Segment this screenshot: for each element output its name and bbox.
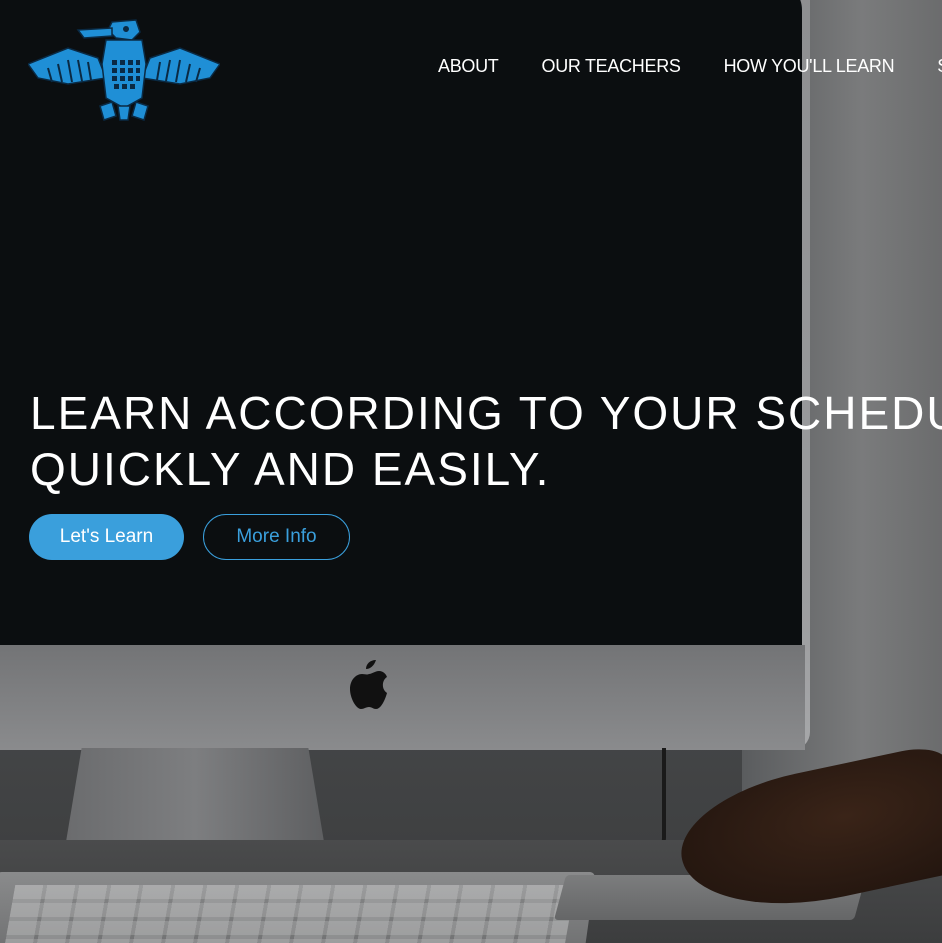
hero-buttons: Let's Learn More Info	[29, 514, 350, 560]
site-header: ABOUT OUR TEACHERS HOW YOU'LL LEARN S	[0, 0, 942, 135]
keyboard-keys	[4, 885, 576, 943]
apple-logo-icon	[350, 660, 387, 709]
headline-line-2: QUICKLY AND EASILY.	[30, 443, 551, 495]
nav-about[interactable]: ABOUT	[438, 56, 499, 77]
nav-our-teachers[interactable]: OUR TEACHERS	[542, 56, 681, 77]
hero-headline: LEARN ACCORDING TO YOUR SCHEDU QUICKLY A…	[30, 385, 942, 497]
thunderbird-icon	[28, 19, 220, 121]
headline-line-1: LEARN ACCORDING TO YOUR SCHEDU	[30, 387, 942, 439]
nav-how-youll-learn[interactable]: HOW YOU'LL LEARN	[724, 56, 895, 77]
monitor-chin	[0, 645, 805, 750]
hero-section: ABOUT OUR TEACHERS HOW YOU'LL LEARN S LE…	[0, 0, 942, 943]
nav-item-partial[interactable]: S	[937, 56, 942, 77]
more-info-button[interactable]: More Info	[203, 514, 350, 560]
lets-learn-button[interactable]: Let's Learn	[29, 514, 184, 560]
main-nav: ABOUT OUR TEACHERS HOW YOU'LL LEARN S	[438, 56, 942, 77]
